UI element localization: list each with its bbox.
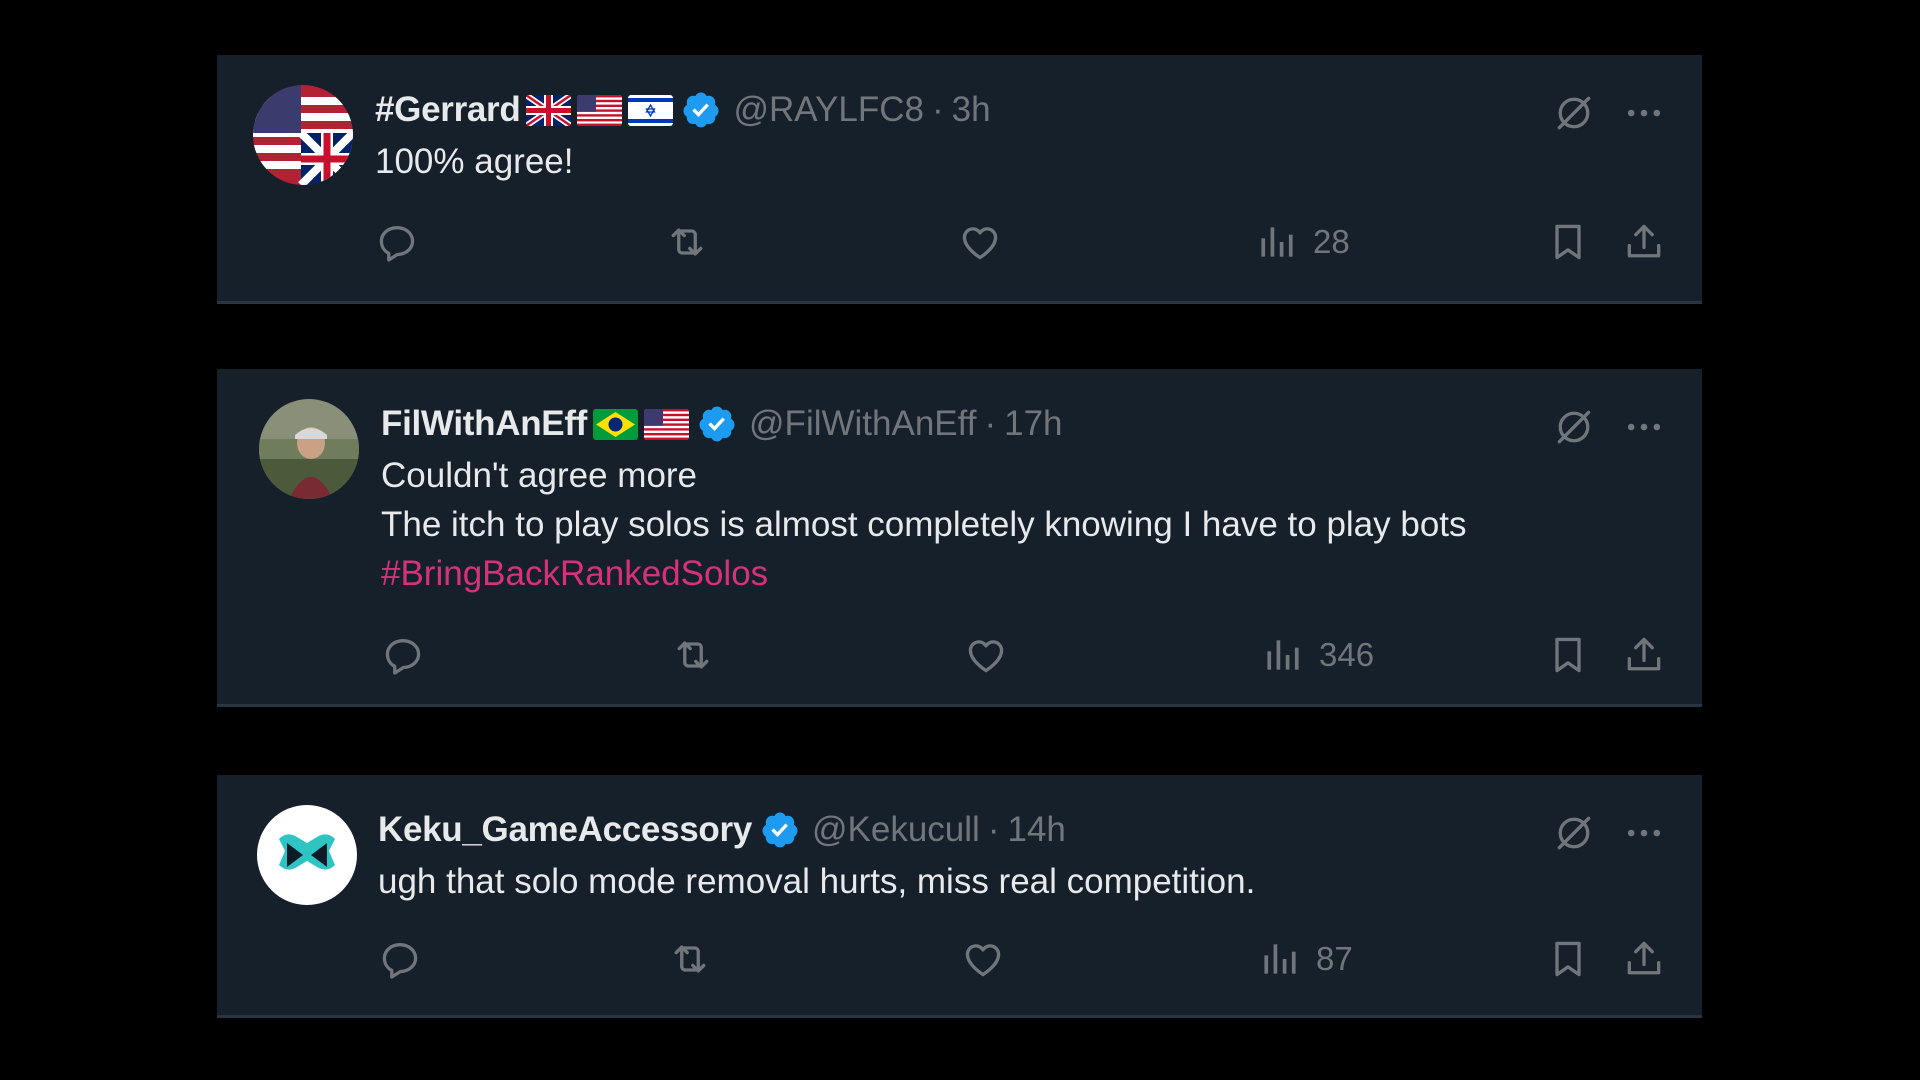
share-icon: [1622, 633, 1666, 677]
views-count: 346: [1319, 636, 1375, 673]
share-icon: [1622, 220, 1666, 264]
tweet-card[interactable]: #Gerrard @RAYLFC8 · 3h 100% agree! 28: [217, 55, 1702, 304]
timestamp[interactable]: 17h: [1004, 404, 1062, 444]
retweet-button[interactable]: [671, 633, 715, 677]
reply-icon: [378, 937, 422, 981]
separator: ·: [987, 810, 1000, 849]
bookmark-icon: [1546, 220, 1590, 264]
tweet-text: ugh that solo mode removal hurts, miss r…: [378, 857, 1666, 906]
tweet-text: 100% agree!: [375, 137, 1666, 186]
views-button[interactable]: 87: [1258, 937, 1353, 981]
more-icon[interactable]: [1622, 405, 1666, 449]
more-icon[interactable]: [1622, 811, 1666, 855]
like-button[interactable]: [961, 937, 1005, 981]
display-name[interactable]: Keku_GameAccessory: [378, 810, 752, 850]
like-button[interactable]: [964, 633, 1008, 677]
like-button[interactable]: [958, 220, 1002, 264]
retweet-icon: [668, 937, 712, 981]
tweet-text-line: 100% agree!: [375, 142, 574, 181]
tweet-header: #Gerrard @RAYLFC8 · 3h: [375, 83, 1666, 137]
tweet-text-line: ugh that solo mode removal hurts, miss r…: [378, 862, 1256, 901]
tweet-text: Couldn't agree more The itch to play sol…: [381, 451, 1666, 598]
tweet-header: FilWithAnEff @FilWithAnEff · 17h: [381, 397, 1666, 451]
display-name[interactable]: FilWithAnEff: [381, 404, 587, 444]
israel-flag-icon: [628, 95, 673, 126]
bookmark-icon: [1546, 937, 1590, 981]
avatar[interactable]: [259, 399, 359, 499]
tweet-card[interactable]: FilWithAnEff @FilWithAnEff · 17h Couldn'…: [217, 369, 1702, 707]
bookmark-button[interactable]: [1546, 220, 1590, 264]
photo-avatar-image: [259, 399, 359, 499]
verified-badge-icon: [681, 90, 721, 130]
action-bar: 28: [375, 220, 1666, 270]
verified-badge-icon: [760, 810, 800, 850]
views-chart-icon: [1258, 937, 1302, 981]
views-count: 28: [1313, 223, 1350, 260]
tweet-card[interactable]: Keku_GameAccessory @Kekucull · 14h ugh t…: [217, 775, 1702, 1018]
grok-icon[interactable]: [1552, 91, 1596, 135]
brazil-flag-icon: [593, 409, 638, 440]
hashtag-link[interactable]: #BringBackRankedSolos: [381, 549, 1666, 598]
heart-icon: [961, 937, 1005, 981]
display-name[interactable]: #Gerrard: [375, 90, 521, 130]
grok-icon[interactable]: [1552, 811, 1596, 855]
heart-icon: [958, 220, 1002, 264]
share-button[interactable]: [1622, 633, 1666, 677]
share-button[interactable]: [1622, 220, 1666, 264]
handle[interactable]: @Kekucull: [812, 810, 980, 850]
flag-avatar-image: [253, 85, 353, 185]
timestamp[interactable]: 14h: [1007, 810, 1065, 850]
reply-button[interactable]: [381, 633, 425, 677]
share-button[interactable]: [1622, 937, 1666, 981]
action-bar: 87: [378, 937, 1666, 987]
us-flag-icon: [644, 409, 689, 440]
reply-icon: [375, 220, 419, 264]
bookmark-button[interactable]: [1546, 633, 1590, 677]
views-chart-icon: [1261, 633, 1305, 677]
reply-button[interactable]: [378, 937, 422, 981]
retweet-button[interactable]: [668, 937, 712, 981]
action-bar: 346: [381, 633, 1666, 683]
retweet-button[interactable]: [665, 220, 709, 264]
views-button[interactable]: 346: [1261, 633, 1374, 677]
us-flag-icon: [577, 95, 622, 126]
tweet-text-line: The itch to play solos is almost complet…: [381, 505, 1467, 544]
retweet-icon: [665, 220, 709, 264]
bookmark-button[interactable]: [1546, 937, 1590, 981]
reply-button[interactable]: [375, 220, 419, 264]
uk-flag-icon: [526, 95, 571, 126]
views-count: 87: [1316, 940, 1353, 977]
handle[interactable]: @FilWithAnEff: [749, 404, 976, 444]
tweet-text-line: Couldn't agree more: [381, 456, 698, 495]
separator: ·: [931, 90, 944, 129]
timestamp[interactable]: 3h: [952, 90, 991, 130]
bookmark-icon: [1546, 633, 1590, 677]
reply-icon: [381, 633, 425, 677]
gamepad-logo-avatar-image: [257, 805, 357, 905]
avatar[interactable]: [257, 805, 357, 905]
tweet-header: Keku_GameAccessory @Kekucull · 14h: [378, 803, 1666, 857]
handle[interactable]: @RAYLFC8: [733, 90, 923, 130]
separator: ·: [984, 404, 997, 443]
avatar[interactable]: [253, 85, 353, 185]
retweet-icon: [671, 633, 715, 677]
more-icon[interactable]: [1622, 91, 1666, 135]
views-button[interactable]: 28: [1255, 220, 1350, 264]
heart-icon: [964, 633, 1008, 677]
verified-badge-icon: [697, 404, 737, 444]
share-icon: [1622, 937, 1666, 981]
views-chart-icon: [1255, 220, 1299, 264]
grok-icon[interactable]: [1552, 405, 1596, 449]
